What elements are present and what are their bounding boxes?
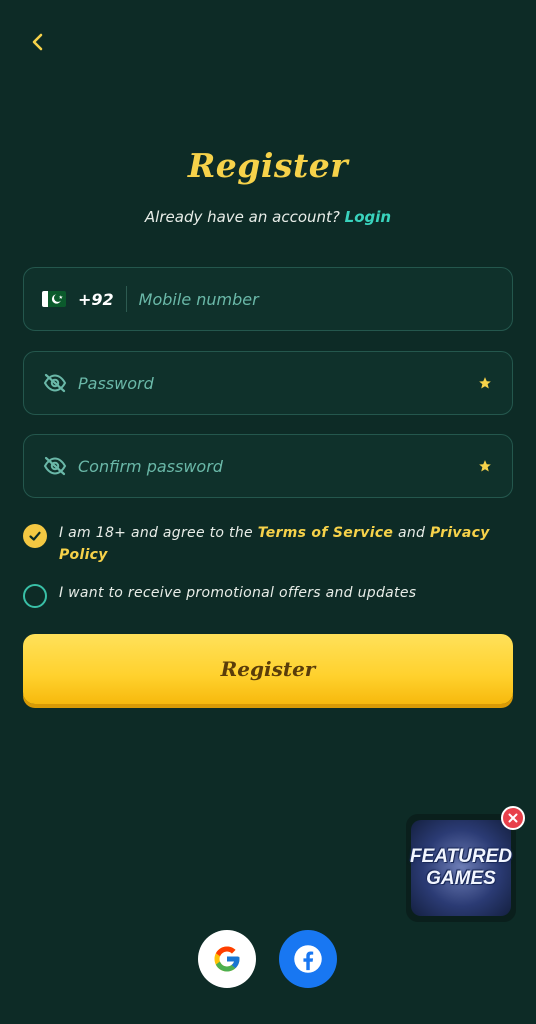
mobile-number-input[interactable] — [138, 268, 494, 330]
field-divider — [125, 286, 127, 312]
eye-slash-icon[interactable] — [42, 453, 68, 479]
promo-text: I want to receive promotional offers and… — [59, 585, 417, 601]
featured-games-image: FEATURED GAMES — [409, 820, 513, 916]
facebook-icon — [294, 945, 322, 973]
promo-agreement-row: I want to receive promotional offers and… — [23, 582, 513, 608]
promo-checkbox[interactable] — [23, 584, 47, 608]
required-star-icon — [476, 457, 494, 475]
terms-and: and — [397, 525, 426, 541]
back-button[interactable] — [24, 28, 52, 56]
confirm-password-input[interactable] — [78, 435, 476, 497]
featured-line1: FEATURED — [409, 846, 513, 867]
check-icon — [29, 531, 41, 541]
google-icon — [214, 946, 240, 972]
featured-games-widget[interactable]: FEATURED GAMES — [406, 814, 516, 922]
register-button[interactable]: Register — [23, 634, 513, 704]
mobile-number-field: +92 — [23, 267, 513, 331]
terms-prefix: I am 18+ and agree to the — [59, 525, 253, 541]
facebook-login-button[interactable] — [279, 930, 337, 988]
required-star-icon — [476, 374, 494, 392]
country-code[interactable]: +92 — [78, 290, 114, 309]
page-title: Register — [187, 146, 349, 185]
chevron-left-icon — [32, 33, 43, 51]
terms-of-service-link[interactable]: Terms of Service — [258, 525, 394, 541]
terms-agreement-row: I am 18+ and agree to the Terms of Servi… — [23, 522, 513, 566]
featured-line2: GAMES — [426, 868, 496, 889]
login-link[interactable]: Login — [345, 208, 391, 226]
terms-text: I am 18+ and agree to the Terms of Servi… — [59, 522, 513, 566]
password-field — [23, 351, 513, 415]
google-login-button[interactable] — [198, 930, 256, 988]
password-input[interactable] — [78, 352, 476, 414]
eye-slash-icon[interactable] — [42, 370, 68, 396]
already-account-text: Already have an account? — [144, 208, 340, 226]
pakistan-flag-icon — [42, 291, 66, 307]
featured-close-button[interactable] — [501, 806, 525, 830]
terms-checkbox[interactable] — [23, 524, 47, 548]
confirm-password-field — [23, 434, 513, 498]
login-prompt: Already have an account? Login — [0, 208, 536, 226]
close-icon — [508, 813, 518, 823]
